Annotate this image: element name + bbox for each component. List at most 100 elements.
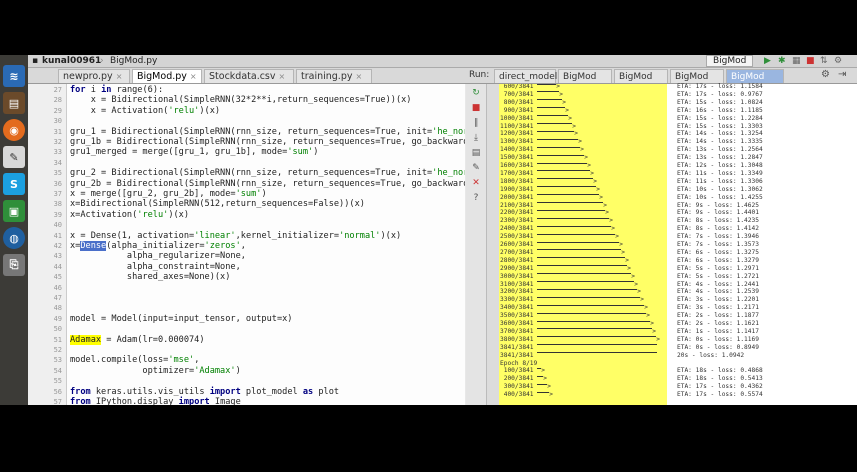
console-eta-line: ETA: 11s - loss: 1.3349 bbox=[677, 169, 763, 177]
code-line[interactable]: x = Bidirectional(SimpleRNN(32*2**i,retu… bbox=[70, 95, 412, 105]
tab-stockdata[interactable]: Stockdata.csv × bbox=[204, 69, 294, 83]
code-line[interactable]: alpha_regularizer=None, bbox=[70, 251, 246, 261]
console-line: 1100/3841 > bbox=[500, 123, 576, 130]
console-line: 1900/3841 > bbox=[500, 186, 600, 193]
code-line[interactable]: x=Dense(alpha_initializer='zeros', bbox=[70, 241, 246, 251]
console-step: 900/3841 bbox=[500, 106, 538, 114]
progress-arrow: > bbox=[584, 154, 588, 162]
browser-icon[interactable]: ◍ bbox=[3, 227, 25, 249]
progress-arrow: > bbox=[596, 185, 600, 193]
console-step: 3500/3841 bbox=[500, 312, 538, 320]
run-tab-bigmod-3[interactable]: BigMod bbox=[670, 69, 724, 83]
code-line[interactable]: gru1_merged = merge([gru_1, gru_1b], mod… bbox=[70, 147, 318, 157]
code-line[interactable]: model = Model(input=input_tensor, output… bbox=[70, 314, 292, 324]
close-icon[interactable]: ✕ bbox=[470, 178, 482, 189]
settings-icon[interactable]: ⚙ bbox=[821, 69, 830, 80]
image-viewer-icon[interactable]: ▣ bbox=[3, 200, 25, 222]
text-editor-icon[interactable]: ✎ bbox=[3, 146, 25, 168]
code-line[interactable]: from keras.utils.vis_utils import plot_m… bbox=[70, 387, 339, 397]
console-eta-line: ETA: 7s - loss: 1.3573 bbox=[677, 241, 759, 248]
line-number: 42 bbox=[53, 242, 62, 250]
console-line: 2000/3841 > bbox=[500, 194, 603, 201]
close-icon[interactable]: × bbox=[116, 72, 123, 81]
progress-arrow: > bbox=[605, 209, 609, 217]
progress-arrow: > bbox=[599, 193, 603, 201]
scroll-down-icon[interactable]: ⤓ bbox=[470, 133, 482, 144]
progress-bar bbox=[537, 178, 594, 183]
rerun-icon[interactable]: ↻ bbox=[470, 88, 482, 99]
code-line[interactable]: model.compile(loss='mse', bbox=[70, 355, 199, 365]
console-line: 1500/3841 > bbox=[500, 154, 588, 161]
console-step: 3300/3841 bbox=[500, 296, 538, 304]
progress-bar bbox=[537, 233, 616, 239]
code-line[interactable]: x=Activation('relu')(x) bbox=[70, 210, 189, 220]
tab-training[interactable]: training.py × bbox=[296, 69, 372, 83]
run-toolbar: ↻ ■ ∥ ⤓ ▤ ✎ ✕ ? bbox=[466, 84, 487, 405]
run-tab-label: BigMod bbox=[619, 72, 653, 82]
console-output[interactable]: 600/3841 > 700/3841 > 800/3841 > 900/384… bbox=[499, 84, 667, 405]
progress-bar bbox=[537, 154, 585, 160]
code-line[interactable]: alpha_constraint=None, bbox=[70, 262, 241, 272]
debug-icon[interactable]: ✱ bbox=[778, 55, 786, 67]
settings-icon[interactable]: ⚙ bbox=[834, 55, 842, 67]
progress-bar bbox=[537, 383, 548, 389]
stop-icon[interactable]: ■ bbox=[806, 55, 815, 67]
code-line[interactable]: x = Dense(1, activation='linear',kernel_… bbox=[70, 231, 401, 241]
console-line: 1300/3841 > bbox=[500, 138, 582, 145]
line-number: 40 bbox=[53, 221, 62, 230]
code-line[interactable]: Adamax = Adam(lr=0.000074) bbox=[70, 334, 205, 345]
run-tab-bigmod-1[interactable]: BigMod bbox=[558, 69, 612, 83]
code-line[interactable]: gru_1b = Bidirectional(SimpleRNN(rnn_siz… bbox=[70, 137, 465, 147]
console-eta-line: ETA: 8s - loss: 1.4142 bbox=[677, 225, 759, 233]
devices-icon[interactable]: ⎘ bbox=[3, 254, 25, 276]
line-number: 44 bbox=[53, 262, 62, 271]
line-number: 30 bbox=[53, 117, 62, 126]
code-line[interactable]: x = Activation('relu')(x) bbox=[70, 106, 220, 116]
progress-arrow: > bbox=[565, 106, 569, 114]
code-line[interactable]: x=Bidirectional(SimpleRNN(512,return_seq… bbox=[70, 199, 365, 209]
console-step: 700/3841 bbox=[500, 90, 538, 98]
code-line[interactable]: x = merge([gru_2, gru_2b], mode='sum') bbox=[70, 189, 267, 199]
console-step: 2700/3841 bbox=[500, 248, 538, 256]
print-icon[interactable]: ▤ bbox=[470, 148, 482, 159]
close-icon[interactable]: × bbox=[190, 72, 197, 81]
coverage-icon[interactable]: ▦ bbox=[792, 55, 801, 67]
line-number: 46 bbox=[53, 283, 62, 292]
run-icon[interactable]: ▶ bbox=[764, 55, 771, 67]
code-editor[interactable]: for i in range(6): x = Bidirectional(Sim… bbox=[67, 84, 465, 405]
hide-panel-icon[interactable]: ⇥ bbox=[838, 69, 846, 80]
run-tab-direct-model[interactable]: direct_model bbox=[494, 69, 557, 83]
vcs-icon[interactable]: ⇅ bbox=[820, 55, 828, 67]
pause-icon[interactable]: ∥ bbox=[470, 118, 482, 129]
tab-bigmod[interactable]: BigMod.py × bbox=[132, 69, 202, 83]
pin-icon[interactable]: ✎ bbox=[470, 163, 482, 174]
breadcrumb-file[interactable]: BigMod.py bbox=[110, 55, 157, 67]
code-line[interactable]: optimizer='Adamax') bbox=[70, 366, 240, 376]
progress-bar bbox=[537, 320, 651, 326]
run-tab-bigmod-2[interactable]: BigMod bbox=[614, 69, 668, 83]
run-config-select[interactable]: BigMod bbox=[706, 55, 754, 67]
navigation-bar: ▪ kunal00961 › BigMod.py BigMod ▶ ✱ ▦ ■ … bbox=[28, 55, 857, 68]
code-line[interactable]: gru_1 = Bidirectional(SimpleRNN(rnn_size… bbox=[70, 127, 465, 137]
tab-newpro[interactable]: newpro.py × bbox=[58, 69, 130, 83]
code-line[interactable]: shared_axes=None)(x) bbox=[70, 272, 230, 282]
console-output-right[interactable]: ETA: 17s - loss: 1.1584 ETA: 17s - loss: … bbox=[667, 83, 857, 405]
breadcrumb-project[interactable]: kunal00961 bbox=[42, 55, 101, 67]
firefox-icon[interactable]: ◉ bbox=[3, 119, 25, 141]
system-monitor-icon[interactable]: ≋ bbox=[3, 65, 25, 87]
console-eta-line: ETA: 13s - loss: 1.2564 bbox=[677, 146, 763, 154]
stop-icon[interactable]: ■ bbox=[470, 103, 482, 114]
code-line[interactable]: gru_2b = Bidirectional(SimpleRNN(rnn_siz… bbox=[70, 179, 465, 189]
progress-arrow: > bbox=[634, 280, 638, 288]
close-icon[interactable]: × bbox=[279, 72, 286, 81]
code-line[interactable]: from IPython.display import Image bbox=[70, 397, 241, 405]
console-eta-line: ETA: 0s - loss: 1.1169 bbox=[677, 335, 759, 343]
run-tab-bigmod-4[interactable]: BigMod bbox=[726, 69, 784, 83]
files-icon[interactable]: ▤ bbox=[3, 92, 25, 114]
progress-bar bbox=[537, 194, 600, 199]
code-line[interactable]: gru_2 = Bidirectional(SimpleRNN(rnn_size… bbox=[70, 168, 465, 178]
skype-icon[interactable]: S bbox=[3, 173, 25, 195]
help-icon[interactable]: ? bbox=[470, 193, 482, 204]
code-line[interactable]: for i in range(6): bbox=[70, 85, 163, 95]
close-icon[interactable]: × bbox=[355, 72, 362, 81]
